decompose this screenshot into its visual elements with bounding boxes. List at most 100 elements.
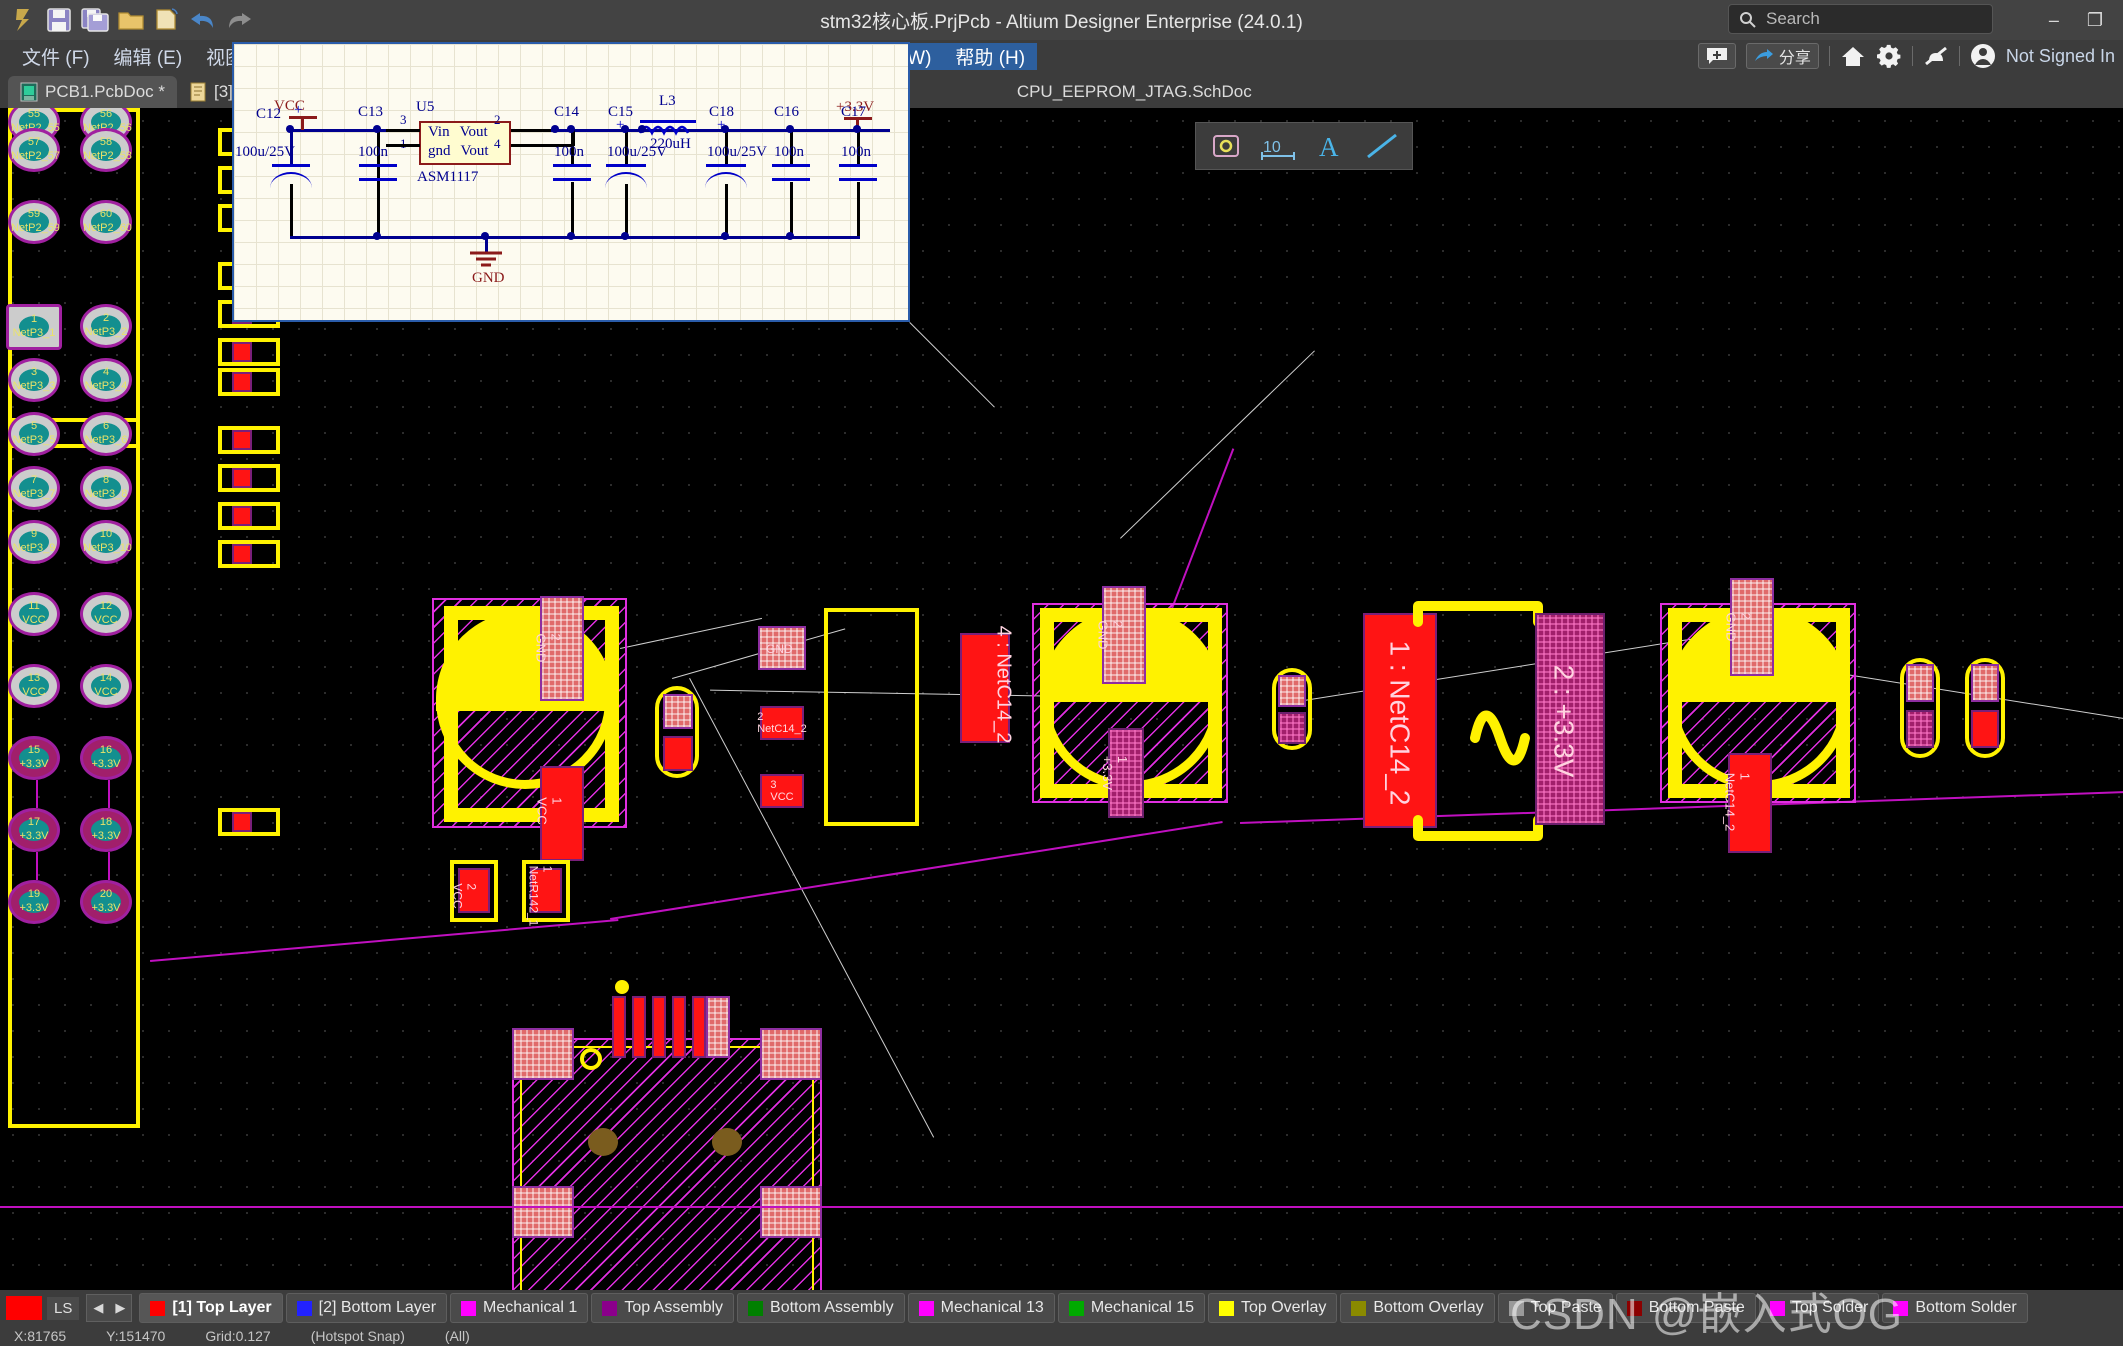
smd-pad[interactable] <box>232 468 252 488</box>
layer-tab-top-layer[interactable]: [1] Top Layer <box>139 1293 283 1323</box>
menu-item-edit[interactable]: 编辑 (E) <box>102 43 195 70</box>
smd-pad[interactable] <box>1278 712 1306 744</box>
layer-tab-top-paste[interactable]: Top Paste <box>1497 1293 1613 1323</box>
header-pad[interactable] <box>672 996 686 1058</box>
pad-p3-5[interactable]: 5 NetP3_5 <box>8 412 60 456</box>
smd-pad[interactable] <box>232 544 252 564</box>
smd-pad[interactable] <box>663 694 693 729</box>
pad-p3-17[interactable]: 17 +3.3V <box>8 808 60 852</box>
header-pad[interactable] <box>632 996 646 1058</box>
restore-button[interactable]: ❐ <box>2087 10 2103 31</box>
smd-pad-vcc[interactable]: 3 VCC <box>760 774 804 808</box>
pad-2-plus33v[interactable]: 2 : +3.3V <box>1535 613 1605 825</box>
layer-tab-top-assembly[interactable]: Top Assembly <box>591 1293 735 1323</box>
smd-pad[interactable] <box>1906 664 1934 702</box>
pad-p3-15[interactable]: 15 +3.3V <box>8 736 60 780</box>
corner-pad[interactable] <box>512 1186 574 1238</box>
smd-pad[interactable] <box>232 430 252 450</box>
pad-p3-13[interactable]: 13 VCC <box>8 664 60 708</box>
header-pad[interactable] <box>692 996 706 1058</box>
corner-pad[interactable] <box>512 1028 574 1080</box>
place-text-A-icon[interactable]: A <box>1306 126 1354 166</box>
pad-1-vcc[interactable]: 1 VCC <box>535 766 584 861</box>
undo-icon[interactable] <box>186 4 220 36</box>
tab-pcb1-pcbdoc[interactable]: PCB1.PcbDoc * <box>8 76 177 108</box>
pad-p3-3[interactable]: 3 NetP3_3 <box>8 358 60 402</box>
layer-set-button[interactable]: LS <box>47 1296 80 1320</box>
place-pad-icon[interactable] <box>1202 126 1250 166</box>
save-all-icon[interactable] <box>78 4 112 36</box>
mounting-hole[interactable] <box>588 1128 618 1156</box>
menu-item-file[interactable]: 文件 (F) <box>10 43 102 70</box>
layer-prev-button[interactable]: ◀ <box>87 1295 109 1321</box>
corner-pad[interactable] <box>760 1028 822 1080</box>
measure-10-icon[interactable]: 10 <box>1254 126 1302 166</box>
pad-2-gnd[interactable]: 2 GND <box>1723 578 1774 676</box>
layer-tab-bottom-assembly[interactable]: Bottom Assembly <box>737 1293 905 1323</box>
pad-2-gnd[interactable]: 2 GND <box>1095 586 1146 684</box>
altium-logo-icon[interactable] <box>6 4 40 36</box>
smd-pad[interactable] <box>232 342 252 362</box>
header-pad[interactable] <box>612 996 626 1058</box>
header-shield-pad[interactable] <box>706 996 730 1058</box>
pad-p3-18[interactable]: 18 +3.3V <box>80 808 132 852</box>
pad-p3-8[interactable]: 8 NetP3_8 <box>80 466 132 510</box>
account-status-label[interactable]: Not Signed In <box>2006 46 2115 67</box>
minimize-button[interactable]: – <box>2049 10 2059 31</box>
header-pad[interactable] <box>652 996 666 1058</box>
pad-p3-14[interactable]: 14 VCC <box>80 664 132 708</box>
smd-pad-netc14-2[interactable]: 2 NetC14_2 <box>757 706 807 740</box>
place-line-icon[interactable] <box>1358 126 1406 166</box>
smd-pad[interactable] <box>232 506 252 526</box>
smd-pad[interactable] <box>1906 710 1934 748</box>
pad-p3-1[interactable]: 1 NetP3_1 <box>6 304 62 350</box>
pad-p3-11[interactable]: 11 VCC <box>8 592 60 636</box>
notifications-off-icon[interactable] <box>1923 43 1949 69</box>
pad-p3-2[interactable]: 2 NetP3_2 <box>80 304 132 348</box>
pad-4-netc14-2[interactable]: 4 : NetC14_2 <box>960 626 1014 743</box>
pad-p3-19[interactable]: 19 +3.3V <box>8 880 60 924</box>
pad-gnd[interactable]: GND <box>758 626 806 670</box>
layer-tab-top-overlay[interactable]: Top Overlay <box>1207 1293 1338 1323</box>
layer-tab-bottom-paste[interactable]: Bottom Paste <box>1615 1293 1756 1323</box>
layer-tab-mechanical-13[interactable]: Mechanical 13 <box>907 1293 1055 1323</box>
pad-p2-58[interactable]: 58 NetP2_58 <box>80 128 132 172</box>
schematic-preview-popup[interactable]: VCC U5 VinVout gndVout ASM1117 3 1 2 4 L… <box>232 42 910 322</box>
pad-p2-60[interactable]: 60 NetP2_60 <box>80 200 132 244</box>
layer-tab-mechanical-1[interactable]: Mechanical 1 <box>450 1293 589 1323</box>
tab-cpu-eeprom-jtag[interactable]: CPU_EEPROM_JTAG.SchDoc <box>1005 76 1264 108</box>
gear-icon[interactable] <box>1876 43 1902 69</box>
pad-p3-16[interactable]: 16 +3.3V <box>80 736 132 780</box>
add-panel-button[interactable] <box>1697 43 1736 69</box>
layer-scroll-arrows[interactable]: ◀ ▶ <box>86 1294 133 1322</box>
pad-p2-59[interactable]: 59 NetP2_59 <box>8 200 60 244</box>
layer-tab-bottom-solder[interactable]: Bottom Solder <box>1882 1293 2028 1323</box>
open-document-icon[interactable] <box>150 4 184 36</box>
share-button[interactable]: 分享 <box>1745 43 1819 69</box>
smd-pad[interactable] <box>1278 675 1306 707</box>
layer-next-button[interactable]: ▶ <box>109 1295 131 1321</box>
pad-2-vcc[interactable]: 2 VCC <box>451 868 490 913</box>
pad-p3-20[interactable]: 20 +3.3V <box>80 880 132 924</box>
search-input[interactable]: Search <box>1728 4 1993 34</box>
corner-pad[interactable] <box>760 1186 822 1238</box>
pad-p3-12[interactable]: 12 VCC <box>80 592 132 636</box>
smd-pad[interactable] <box>232 372 252 392</box>
menu-item-help[interactable]: 帮助 (H) <box>943 42 1038 70</box>
save-icon[interactable] <box>42 4 76 36</box>
layer-color-swatch[interactable] <box>6 1296 42 1320</box>
smd-pad[interactable] <box>663 736 693 771</box>
pad-p2-57[interactable]: 57 NetP2_57 <box>8 128 60 172</box>
pad-p3-9[interactable]: 9 NetP3_9 <box>8 520 60 564</box>
open-folder-icon[interactable] <box>114 4 148 36</box>
layer-tab-bottom-layer[interactable]: [2] Bottom Layer <box>285 1293 448 1323</box>
smd-pad[interactable] <box>232 812 252 832</box>
pad-1-netr142-1[interactable]: 1 NetR142_1 <box>526 866 562 926</box>
layer-tab-bottom-overlay[interactable]: Bottom Overlay <box>1340 1293 1495 1323</box>
smd-pad[interactable] <box>1971 710 1999 748</box>
pad-1-plus33v[interactable]: 1 +3.3V <box>1100 728 1144 818</box>
pad-p3-7[interactable]: 7 NetP3_7 <box>8 466 60 510</box>
layer-tab-mechanical-15[interactable]: Mechanical 15 <box>1057 1293 1205 1323</box>
smd-pad[interactable] <box>1971 664 1999 702</box>
pad-p3-10[interactable]: 10 NetP3_10 <box>80 520 132 564</box>
